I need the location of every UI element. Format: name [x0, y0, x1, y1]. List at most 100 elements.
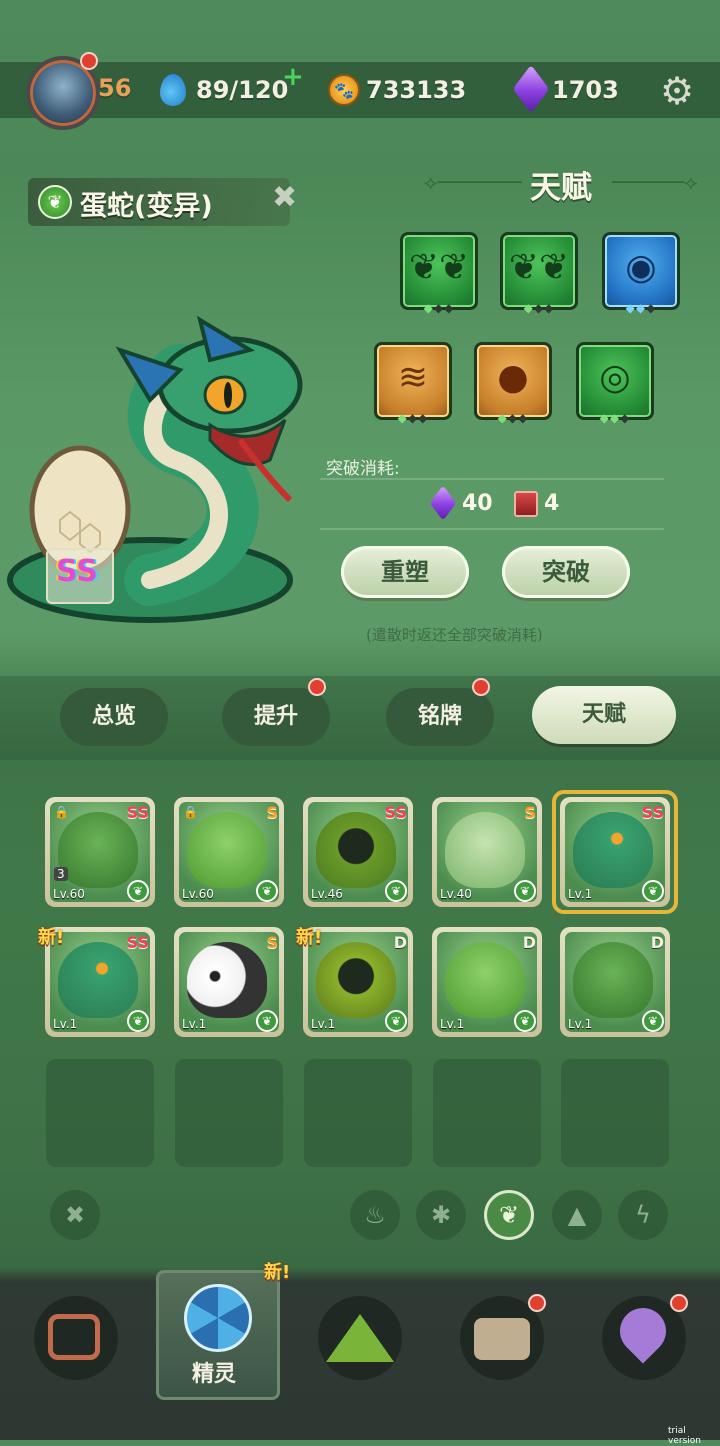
map-pin-icon [610, 1298, 676, 1364]
empty-slot [433, 1059, 541, 1167]
coin-icon: 🐾 [328, 74, 360, 106]
talent-tile-2[interactable]: ❦❦ ◆◆◆ [500, 232, 578, 315]
rank-label: D [393, 933, 407, 952]
empty-slot [46, 1059, 154, 1167]
breakthrough-cost-label: 突破消耗: [326, 459, 400, 479]
tab-nameplate[interactable]: 铭牌 [386, 688, 494, 746]
level-label: Lv.40 [440, 887, 472, 901]
leaf-cluster-icon: ❦❦ [408, 247, 470, 288]
talent-pips: ◆◆◆ [599, 411, 631, 425]
monster-card[interactable]: S Lv.40 ❦ [432, 797, 542, 907]
talent-pips: ◆◆◆ [625, 301, 657, 315]
talent-tile-5[interactable]: ● ◆◆◆ [474, 342, 552, 425]
leaf-element-icon: ❦ [256, 880, 278, 902]
leaf-element-icon: ❦ [514, 880, 536, 902]
cost-gems: 40 [462, 491, 493, 516]
reshape-button[interactable]: 重塑 [341, 546, 469, 598]
leaf-element-icon: ❦ [256, 1010, 278, 1032]
clear-filter-button[interactable]: ✖ [50, 1190, 100, 1240]
monster-card[interactable]: SS Lv.46 ❦ [303, 797, 413, 907]
level-label: Lv.1 [53, 1017, 78, 1031]
rock-filter-icon[interactable]: ▲ [552, 1190, 602, 1240]
rank-label: D [650, 933, 664, 952]
tab-overview[interactable]: 总览 [60, 688, 168, 746]
tab-talent[interactable]: 天赋 [532, 686, 676, 744]
nav-map[interactable] [318, 1296, 402, 1380]
upgrade-notification-dot [308, 678, 326, 696]
level-label: Lv.1 [182, 1017, 207, 1031]
level-label: Lv.60 [182, 887, 214, 901]
new-tag: 新! [38, 927, 65, 948]
monster-name: 蛋蛇(变异) [80, 191, 213, 222]
talent-book-icon [514, 491, 538, 517]
monkey-portrait [58, 812, 138, 888]
breakthrough-button[interactable]: 突破 [502, 546, 630, 598]
aperture-icon [184, 1284, 252, 1352]
nav-spirits-label: 精灵 [192, 1362, 237, 1387]
talent-title: 天赋 [530, 170, 592, 206]
rank-label: S [266, 933, 278, 952]
talent-pips: ◆◆◆ [523, 301, 555, 315]
nav-shop[interactable] [34, 1296, 118, 1380]
monster-card[interactable]: D Lv.1 ❦ [560, 927, 670, 1037]
talent-tile-1[interactable]: ❦❦ ◆◆◆ [400, 232, 478, 315]
parrot-portrait [445, 942, 525, 1018]
selection-frame [552, 790, 678, 914]
coin-value: 733133 [366, 76, 467, 104]
talent-tile-4[interactable]: ≋ ◆◆◆ [374, 342, 452, 425]
cost-books: 4 [544, 491, 560, 516]
rank-label: SS [126, 803, 149, 822]
star-count: 3 [54, 867, 68, 881]
talent-tile-6[interactable]: ◎ ◆◆◆ [576, 342, 654, 425]
parrot-portrait [187, 812, 267, 888]
monkey-portrait [573, 942, 653, 1018]
tab-upgrade[interactable]: 提升 [222, 688, 330, 746]
watermark: trial version [668, 1426, 701, 1446]
chest-icon [474, 1318, 530, 1360]
level-label: Lv.1 [440, 1017, 465, 1031]
level-label: Lv.1 [568, 1017, 593, 1031]
rank-label: D [522, 933, 536, 952]
title-ornament-right: ──────⟡ [612, 170, 698, 194]
gem-value: 1703 [552, 76, 619, 104]
dismiss-refund-note: (遣散时返还全部突破消耗) [366, 626, 543, 644]
leaf-element-icon: ❦ [385, 880, 407, 902]
level-label: Lv.60 [53, 887, 85, 901]
leaf-cluster-icon: ❦❦ [508, 247, 570, 288]
rank-label: SS [384, 803, 407, 822]
egg-snake-portrait [58, 942, 138, 1018]
panda-portrait [187, 942, 267, 1018]
leaf-filter-icon[interactable]: ❦ [484, 1190, 534, 1240]
talent-pips: ◆◆◆ [423, 301, 455, 315]
seed-drop-icon: ● [497, 357, 529, 398]
level-label: Lv.46 [311, 887, 343, 901]
monster-card[interactable]: 🔒 S Lv.60 ❦ [174, 797, 284, 907]
inventory-notification-dot [528, 1294, 546, 1312]
divider [320, 528, 664, 530]
new-tag: 新! [296, 927, 323, 948]
nameplate-notification-dot [472, 678, 490, 696]
gear-icon[interactable]: ⚙ [658, 72, 696, 110]
player-level: 56 [98, 74, 132, 102]
monster-card[interactable]: D Lv.1 ❦ [432, 927, 542, 1037]
snowflake-filter-icon[interactable]: ✱ [416, 1190, 466, 1240]
gem-icon [429, 485, 457, 521]
rank-label: S [266, 803, 278, 822]
talent-tile-3[interactable]: ◉ ◆◆◆ [602, 232, 680, 315]
avatar-notification-dot [80, 52, 98, 70]
energy-value: 89/120 [196, 76, 289, 104]
monster-card[interactable]: S Lv.1 ❦ [174, 927, 284, 1037]
close-icon[interactable]: ✖ [272, 180, 297, 215]
lightning-filter-icon[interactable]: ϟ [618, 1190, 668, 1240]
rank-label: S [524, 803, 536, 822]
leaf-element-icon: ❦ [514, 1010, 536, 1032]
console-icon [48, 1314, 100, 1360]
rank-badge: SS [56, 554, 98, 589]
new-tag: 新! [264, 1262, 291, 1283]
monster-card[interactable]: 🔒 SS 3 Lv.60 ❦ [45, 797, 155, 907]
leaf-element-icon: ❦ [642, 1010, 664, 1032]
fire-filter-icon[interactable]: ♨ [350, 1190, 400, 1240]
lock-icon: 🔒 [54, 805, 69, 819]
title-ornament-left: ⟡─────── [424, 170, 522, 194]
add-energy-button[interactable]: + [282, 62, 304, 92]
